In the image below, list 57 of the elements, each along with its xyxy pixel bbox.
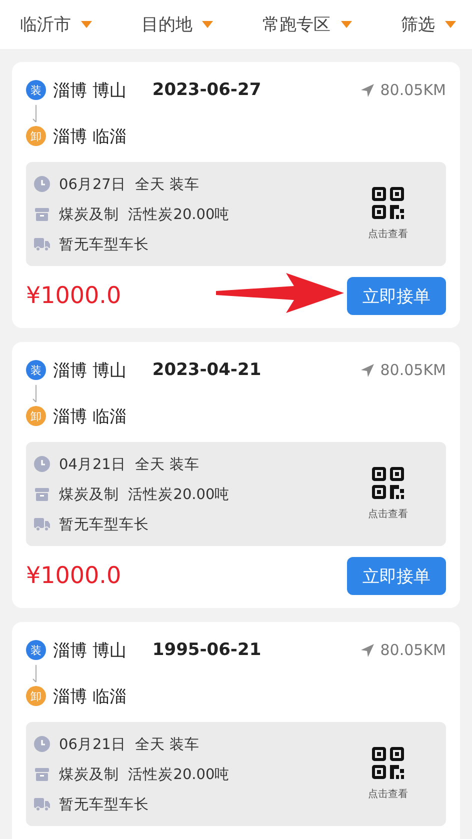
view-label: 点击查看 xyxy=(368,228,408,241)
caret-icon xyxy=(202,21,214,28)
caret-icon xyxy=(444,21,456,28)
price-text: ¥1000.0 xyxy=(26,283,122,309)
time-text: 06月27日 全天 装车 xyxy=(59,176,200,194)
clock-icon xyxy=(34,176,50,192)
box-icon xyxy=(34,206,50,222)
distance-text: 80.05KM xyxy=(380,361,446,379)
destination-text: 淄博 临淄 xyxy=(53,686,126,708)
load-tag: 装 xyxy=(26,360,46,380)
vehicle-text: 暂无车型车长 xyxy=(59,236,149,254)
truck-icon xyxy=(34,516,50,532)
clock-icon xyxy=(34,456,50,472)
date-text: 2023-06-27 xyxy=(152,80,262,100)
distance-text: 80.05KM xyxy=(380,641,446,659)
origin-text: 淄博 博山 xyxy=(53,360,126,382)
vehicle-text: 暂无车型车长 xyxy=(59,796,149,814)
date-text: 2023-04-21 xyxy=(152,360,262,380)
caret-icon xyxy=(340,21,352,28)
load-tag: 装 xyxy=(26,80,46,100)
filter-dropdown[interactable]: 常跑专区 xyxy=(262,13,352,36)
qr-code-icon xyxy=(372,747,404,779)
filter-dropdown[interactable]: 目的地 xyxy=(141,13,214,36)
unload-tag: 卸 xyxy=(26,126,46,146)
destination-text: 淄博 临淄 xyxy=(53,406,126,428)
qr-code-icon xyxy=(372,187,404,219)
date-text: 1995-06-21 xyxy=(152,640,262,660)
accept-order-button[interactable]: 立即接单 xyxy=(347,277,446,315)
cargo-text: 煤炭及制 活性炭20.00吨 xyxy=(59,206,230,224)
destination-text: 淄博 临淄 xyxy=(53,126,126,148)
truck-icon xyxy=(34,796,50,812)
unload-tag: 卸 xyxy=(26,686,46,706)
unload-tag: 卸 xyxy=(26,406,46,426)
cargo-text: 煤炭及制 活性炭20.00吨 xyxy=(59,486,230,504)
box-icon xyxy=(34,486,50,502)
price-text: ¥1000.0 xyxy=(26,563,122,589)
time-text: 04月21日 全天 装车 xyxy=(59,456,200,474)
clock-icon xyxy=(34,736,50,752)
view-label: 点击查看 xyxy=(368,788,408,801)
filter-dropdown[interactable]: 临沂市 xyxy=(20,13,92,36)
caret-icon xyxy=(81,21,92,28)
view-label: 点击查看 xyxy=(368,508,408,521)
box-icon xyxy=(34,766,50,782)
qr-code-icon xyxy=(372,467,404,499)
time-text: 06月21日 全天 装车 xyxy=(59,736,200,754)
accept-order-button[interactable]: 立即接单 xyxy=(347,557,446,595)
vehicle-text: 暂无车型车长 xyxy=(59,516,149,534)
cargo-text: 煤炭及制 活性炭20.00吨 xyxy=(59,766,230,784)
origin-text: 淄博 博山 xyxy=(53,80,126,102)
navigation-icon xyxy=(360,82,376,98)
distance-text: 80.05KM xyxy=(380,81,446,99)
filter-dropdown[interactable]: 筛选 xyxy=(400,13,456,36)
navigation-icon xyxy=(360,362,376,378)
truck-icon xyxy=(34,236,50,252)
origin-text: 淄博 博山 xyxy=(53,640,126,662)
navigation-icon xyxy=(360,642,376,658)
load-tag: 装 xyxy=(26,640,46,660)
